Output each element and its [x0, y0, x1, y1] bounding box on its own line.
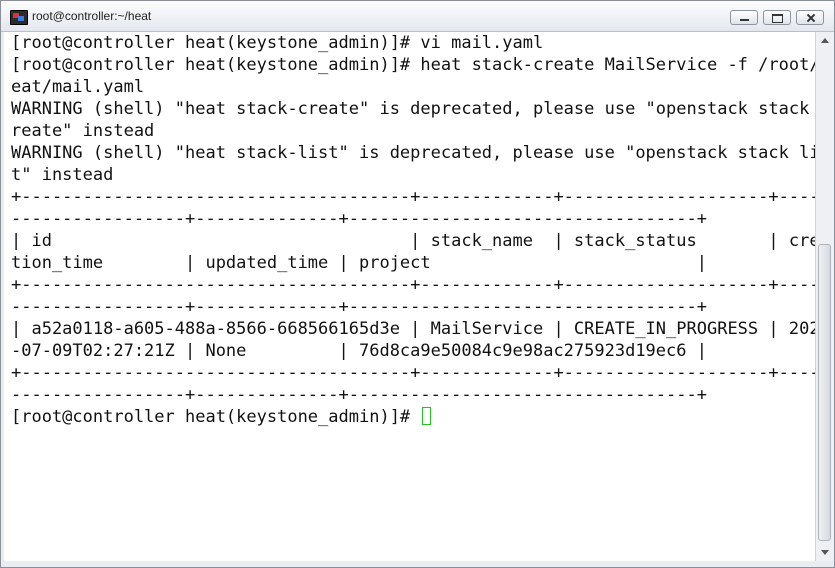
command-prompt-line[interactable]: [root@controller heat(keystone_admin)]#: [11, 406, 432, 428]
terminal-window: root@controller:~/heat [root@controller …: [0, 0, 835, 568]
terminal-output[interactable]: [root@controller heat(keystone_admin)]# …: [4, 32, 815, 561]
terminal-line: WARNING (shell) "heat stack-list" is dep…: [11, 143, 815, 163]
terminal-app-icon[interactable]: [10, 10, 28, 25]
table-row-line: -07-09T02:27:21Z | None | 76d8ca9e50084c…: [11, 341, 707, 361]
scrollbar-thumb[interactable]: [818, 244, 831, 541]
shell-prompt: [root@controller heat(keystone_admin)]#: [11, 407, 411, 427]
terminal-line: [root@controller heat(keystone_admin)]# …: [11, 55, 815, 75]
terminal-line: [root@controller heat(keystone_admin)]# …: [11, 33, 544, 53]
close-icon: [797, 11, 823, 24]
table-header-line: | id | stack_name | stack_status | crea: [11, 231, 815, 251]
minimize-button[interactable]: [730, 10, 758, 25]
window-title: root@controller:~/heat: [32, 9, 152, 23]
title-bar[interactable]: root@controller:~/heat: [1, 1, 834, 32]
table-header-line: tion_time | updated_time | project |: [11, 253, 707, 273]
terminal-line: reate" instead: [11, 121, 155, 141]
table-border-line: +--------------------------------------+…: [11, 363, 815, 383]
minimize-icon: [731, 11, 757, 24]
table-border-line: -----------------+--------------+-------…: [11, 385, 707, 405]
table-border-line: -----------------+--------------+-------…: [11, 209, 707, 229]
terminal-line: eat/mail.yaml: [11, 77, 145, 97]
scroll-down-arrow-icon[interactable]: [816, 544, 834, 561]
vertical-scrollbar[interactable]: [815, 32, 834, 561]
table-border-line: -----------------+--------------+-------…: [11, 297, 707, 317]
terminal-line: t" instead: [11, 165, 114, 185]
table-border-line: +--------------------------------------+…: [11, 275, 815, 295]
terminal-line: WARNING (shell) "heat stack-create" is d…: [11, 99, 815, 119]
close-button[interactable]: [796, 10, 824, 25]
table-row-line: | a52a0118-a605-488a-8566-668566165d3e |…: [11, 319, 815, 339]
maximize-icon: [764, 11, 790, 24]
table-border-line: +--------------------------------------+…: [11, 187, 815, 207]
scroll-up-arrow-icon[interactable]: [816, 32, 834, 49]
maximize-button[interactable]: [763, 10, 791, 25]
text-cursor: [422, 407, 432, 425]
